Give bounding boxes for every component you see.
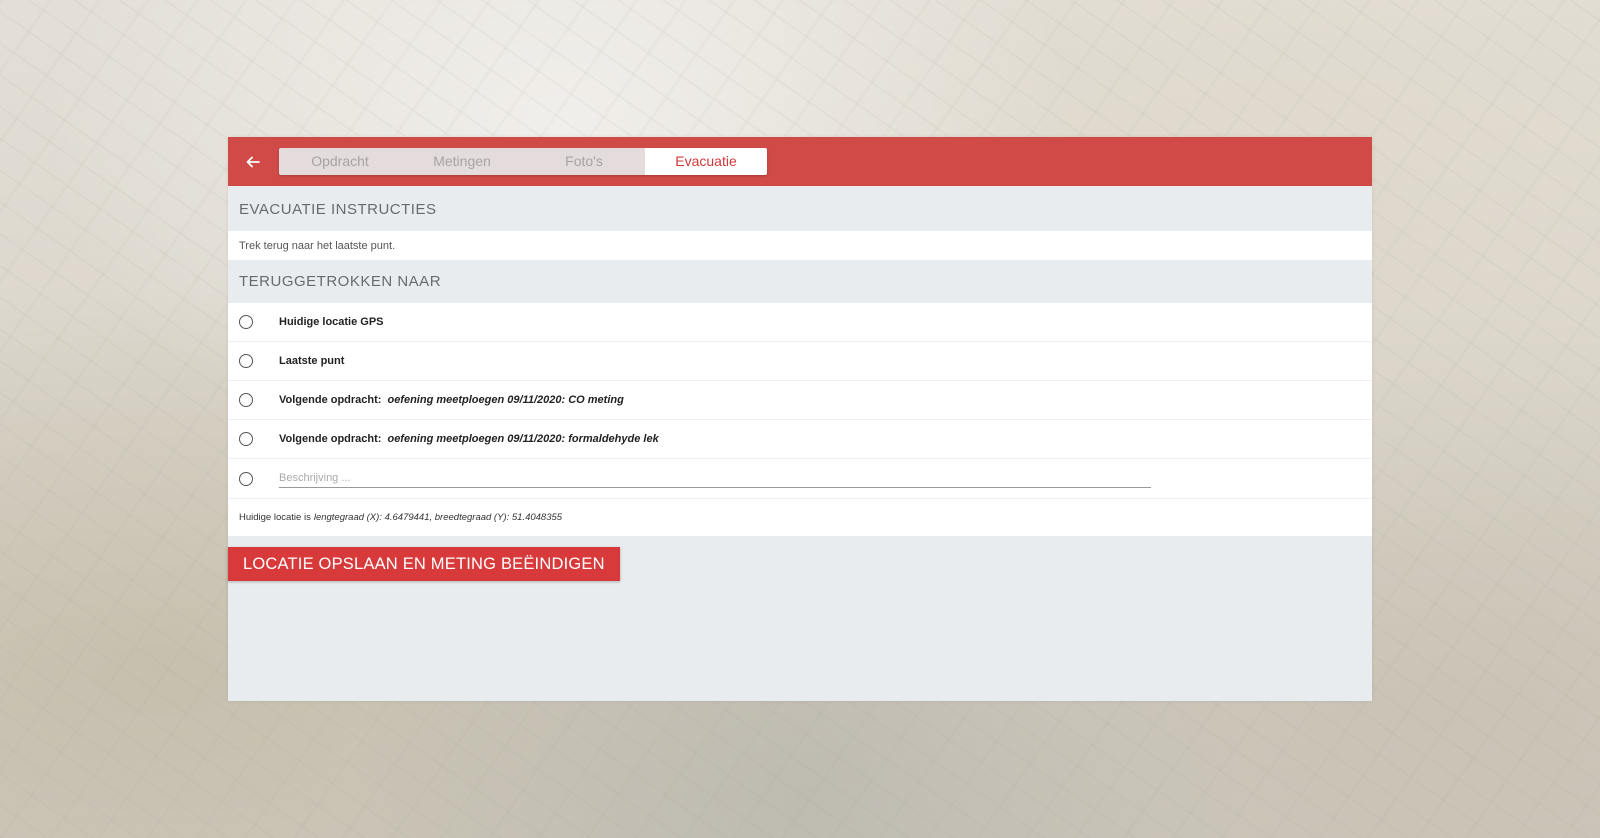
evacuation-panel: Opdracht Metingen Foto's Evacuatie EVACU…: [228, 137, 1372, 701]
radio-button[interactable]: [239, 354, 253, 368]
top-bar: Opdracht Metingen Foto's Evacuatie: [228, 137, 1372, 186]
radio-button[interactable]: [239, 315, 253, 329]
option-detail: oefening meetploegen 09/11/2020: CO meti…: [387, 394, 624, 406]
option-label: Volgende opdracht:: [279, 433, 382, 445]
radio-button[interactable]: [239, 393, 253, 407]
tab-bar: Opdracht Metingen Foto's Evacuatie: [279, 148, 767, 175]
arrow-left-icon: [246, 156, 260, 167]
option-next-task-formaldehyde[interactable]: Volgende opdracht: oefening meetploegen …: [228, 420, 1372, 459]
option-label: Huidige locatie GPS: [279, 316, 384, 328]
radio-button[interactable]: [239, 471, 253, 486]
option-label: Volgende opdracht:: [279, 394, 382, 406]
current-location: Huidige locatie is lengtegraad (X): 4.64…: [228, 499, 1372, 536]
tab-opdracht[interactable]: Opdracht: [279, 148, 401, 175]
option-next-task-co[interactable]: Volgende opdracht: oefening meetploegen …: [228, 381, 1372, 420]
save-location-button[interactable]: LOCATIE OPSLAAN EN METING BEËINDIGEN: [228, 547, 620, 581]
location-prefix: Huidige locatie is: [239, 512, 311, 523]
instructions-heading: EVACUATIE INSTRUCTIES: [228, 186, 1372, 231]
retreat-heading: TERUGGETROKKEN NAAR: [228, 260, 1372, 303]
option-label: Laatste punt: [279, 355, 345, 367]
tab-fotos[interactable]: Foto's: [523, 148, 645, 175]
option-current-gps[interactable]: Huidige locatie GPS: [228, 303, 1372, 342]
tab-evacuatie[interactable]: Evacuatie: [645, 148, 767, 175]
retreat-options: Huidige locatie GPS Laatste punt Volgend…: [228, 303, 1372, 499]
location-coordinates: lengtegraad (X): 4.6479441, breedtegraad…: [313, 512, 563, 523]
radio-button[interactable]: [239, 432, 253, 446]
tab-metingen[interactable]: Metingen: [401, 148, 523, 175]
option-description[interactable]: [228, 459, 1372, 499]
option-detail: oefening meetploegen 09/11/2020: formald…: [387, 433, 659, 445]
instructions-text: Trek terug naar het laatste punt.: [228, 231, 1372, 260]
description-input[interactable]: [279, 469, 1151, 488]
back-button[interactable]: [228, 137, 278, 186]
option-last-point[interactable]: Laatste punt: [228, 342, 1372, 381]
